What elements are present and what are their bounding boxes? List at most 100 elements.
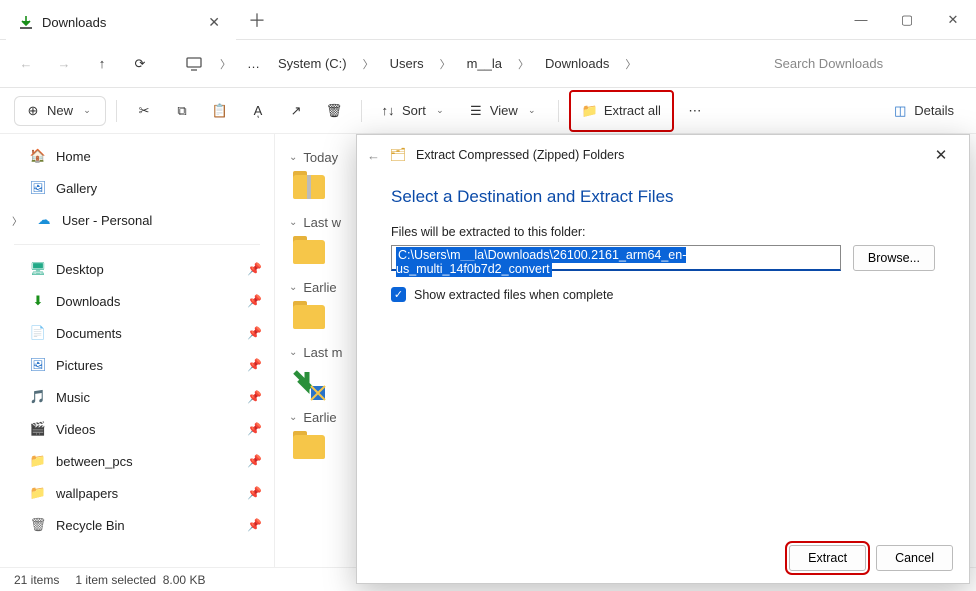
share-button[interactable]: ↗	[279, 95, 313, 127]
downloads-icon: ⬇	[30, 293, 46, 309]
folder-icon	[289, 236, 333, 272]
nav-pinned-music[interactable]: 🎵Music📌	[0, 381, 274, 413]
nav-pinned-recycle-bin[interactable]: 🗑Recycle Bin📌	[0, 509, 274, 541]
separator	[361, 100, 362, 122]
view-label: View	[490, 103, 518, 118]
chevron-down-icon: ⌄	[289, 412, 297, 423]
desktop-icon: 🖥	[30, 261, 46, 277]
details-pane-icon: ◫	[892, 103, 908, 119]
chevron-right-icon[interactable]: 〉	[12, 213, 26, 228]
view-button[interactable]: ☰ View ⌄	[460, 95, 548, 127]
videos-icon: 🎬	[30, 421, 46, 437]
gallery-icon: 🖼	[30, 180, 46, 196]
breadcrumb-item[interactable]: Users	[384, 52, 430, 75]
new-tab-button[interactable]: ＋	[248, 7, 266, 33]
close-dialog-button[interactable]: ✕	[923, 137, 959, 173]
zip-folder-icon	[289, 171, 333, 207]
status-item-count: 21 items	[14, 573, 59, 587]
pin-icon: 📌	[247, 454, 262, 468]
folder-icon	[289, 301, 333, 337]
extract-all-highlight: 📁 Extract all	[569, 90, 674, 132]
pin-icon: 📌	[247, 326, 262, 340]
group-label: Last w	[303, 215, 341, 230]
copy-button[interactable]: ⧉	[165, 95, 199, 127]
nav-pinned-downloads[interactable]: ⬇Downloads📌	[0, 285, 274, 317]
chevron-down-icon: ⌄	[524, 103, 540, 119]
view-icon: ☰	[468, 103, 484, 119]
destination-path-input[interactable]: C:\Users\m__la\Downloads\26100.2161_arm6…	[391, 245, 841, 271]
chevron-right-icon[interactable]: 〉	[216, 56, 235, 72]
music-icon: 🎵	[30, 389, 46, 405]
pin-icon: 📌	[247, 358, 262, 372]
sort-icon: ↑↓	[380, 103, 396, 119]
titlebar: Downloads ✕ ＋ ― ▢ ✕	[0, 0, 976, 40]
share-icon: ↗	[288, 103, 304, 119]
nav-label: User - Personal	[62, 213, 152, 228]
cut-button[interactable]: ✂	[127, 95, 161, 127]
details-button[interactable]: ◫ Details	[884, 95, 962, 127]
pin-icon: 📌	[247, 262, 262, 276]
path-selection: C:\Users\m__la\Downloads\26100.2161_arm6…	[396, 247, 686, 277]
nav-pinned-videos[interactable]: 🎬Videos📌	[0, 413, 274, 445]
nav-pinned-between_pcs[interactable]: 📁between_pcs📌	[0, 445, 274, 477]
scissors-icon: ✂	[136, 103, 152, 119]
breadcrumb-item[interactable]: Downloads	[539, 52, 615, 75]
nav-pinned-pictures[interactable]: 🖼Pictures📌	[0, 349, 274, 381]
documents-icon: 📄	[30, 325, 46, 341]
nav-item-gallery[interactable]: 🖼 Gallery	[0, 172, 274, 204]
show-extracted-checkbox-row[interactable]: ✓ Show extracted files when complete	[391, 287, 935, 302]
breadcrumb-item[interactable]: m__la	[461, 52, 508, 75]
breadcrumb-overflow[interactable]: …	[241, 52, 266, 75]
chevron-right-icon[interactable]: 〉	[436, 56, 455, 72]
trash-icon: 🗑	[326, 103, 342, 119]
nav-item-onedrive[interactable]: 〉 ☁ User - Personal	[0, 204, 274, 236]
details-label: Details	[914, 103, 954, 118]
chevron-right-icon[interactable]: 〉	[359, 56, 378, 72]
window-controls: ― ▢ ✕	[838, 0, 976, 40]
clipboard-icon: 📋	[212, 103, 228, 119]
pc-icon[interactable]	[178, 48, 210, 80]
rename-button[interactable]: Aͅ	[241, 95, 275, 127]
nav-pinned-documents[interactable]: 📄Documents📌	[0, 317, 274, 349]
refresh-button[interactable]: ⟳	[124, 48, 156, 80]
nav-label: Home	[56, 149, 91, 164]
chevron-right-icon[interactable]: 〉	[514, 56, 533, 72]
pin-icon: 📌	[247, 518, 262, 532]
more-button[interactable]: ⋯	[678, 95, 712, 127]
paste-button[interactable]: 📋	[203, 95, 237, 127]
window-tab[interactable]: Downloads ✕	[6, 6, 236, 40]
cancel-button[interactable]: Cancel	[876, 545, 953, 571]
checkbox-checked-icon[interactable]: ✓	[391, 287, 406, 302]
up-button[interactable]: ↑	[86, 48, 118, 80]
search-placeholder: Search Downloads	[774, 56, 883, 71]
back-arrow-icon[interactable]: ←	[367, 148, 380, 163]
separator	[116, 100, 117, 122]
search-box[interactable]: Search Downloads	[766, 52, 966, 75]
extract-all-button[interactable]: 📁 Extract all	[574, 95, 669, 127]
pin-icon: 📌	[247, 422, 262, 436]
extract-button[interactable]: Extract	[789, 545, 866, 571]
status-selected: 1 item selected 8.00 KB	[75, 573, 205, 587]
new-button[interactable]: ⊕ New ⌄	[14, 96, 106, 126]
delete-button[interactable]: 🗑	[317, 95, 351, 127]
nav-item-home[interactable]: 🏠 Home	[0, 140, 274, 172]
close-tab-icon[interactable]: ✕	[208, 14, 220, 31]
browse-button[interactable]: Browse...	[853, 245, 935, 271]
back-button[interactable]: ←	[10, 48, 42, 80]
sort-button[interactable]: ↑↓ Sort ⌄	[372, 95, 456, 127]
minimize-button[interactable]: ―	[838, 0, 884, 40]
chevron-right-icon[interactable]: 〉	[621, 56, 640, 72]
close-window-button[interactable]: ✕	[930, 0, 976, 40]
nav-label: wallpapers	[56, 486, 118, 501]
dialog-titlebar: ← 🗂 Extract Compressed (Zipped) Folders …	[357, 135, 969, 175]
nav-pinned-wallpapers[interactable]: 📁wallpapers📌	[0, 477, 274, 509]
extract-all-label: Extract all	[604, 103, 661, 118]
nav-pinned-desktop[interactable]: 🖥Desktop📌	[0, 253, 274, 285]
ellipsis-icon: ⋯	[687, 103, 703, 119]
forward-button[interactable]: →	[48, 48, 80, 80]
group-label: Last m	[303, 345, 342, 360]
maximize-button[interactable]: ▢	[884, 0, 930, 40]
breadcrumb-item[interactable]: System (C:)	[272, 52, 353, 75]
plus-circle-icon: ⊕	[25, 103, 41, 119]
sort-label: Sort	[402, 103, 426, 118]
